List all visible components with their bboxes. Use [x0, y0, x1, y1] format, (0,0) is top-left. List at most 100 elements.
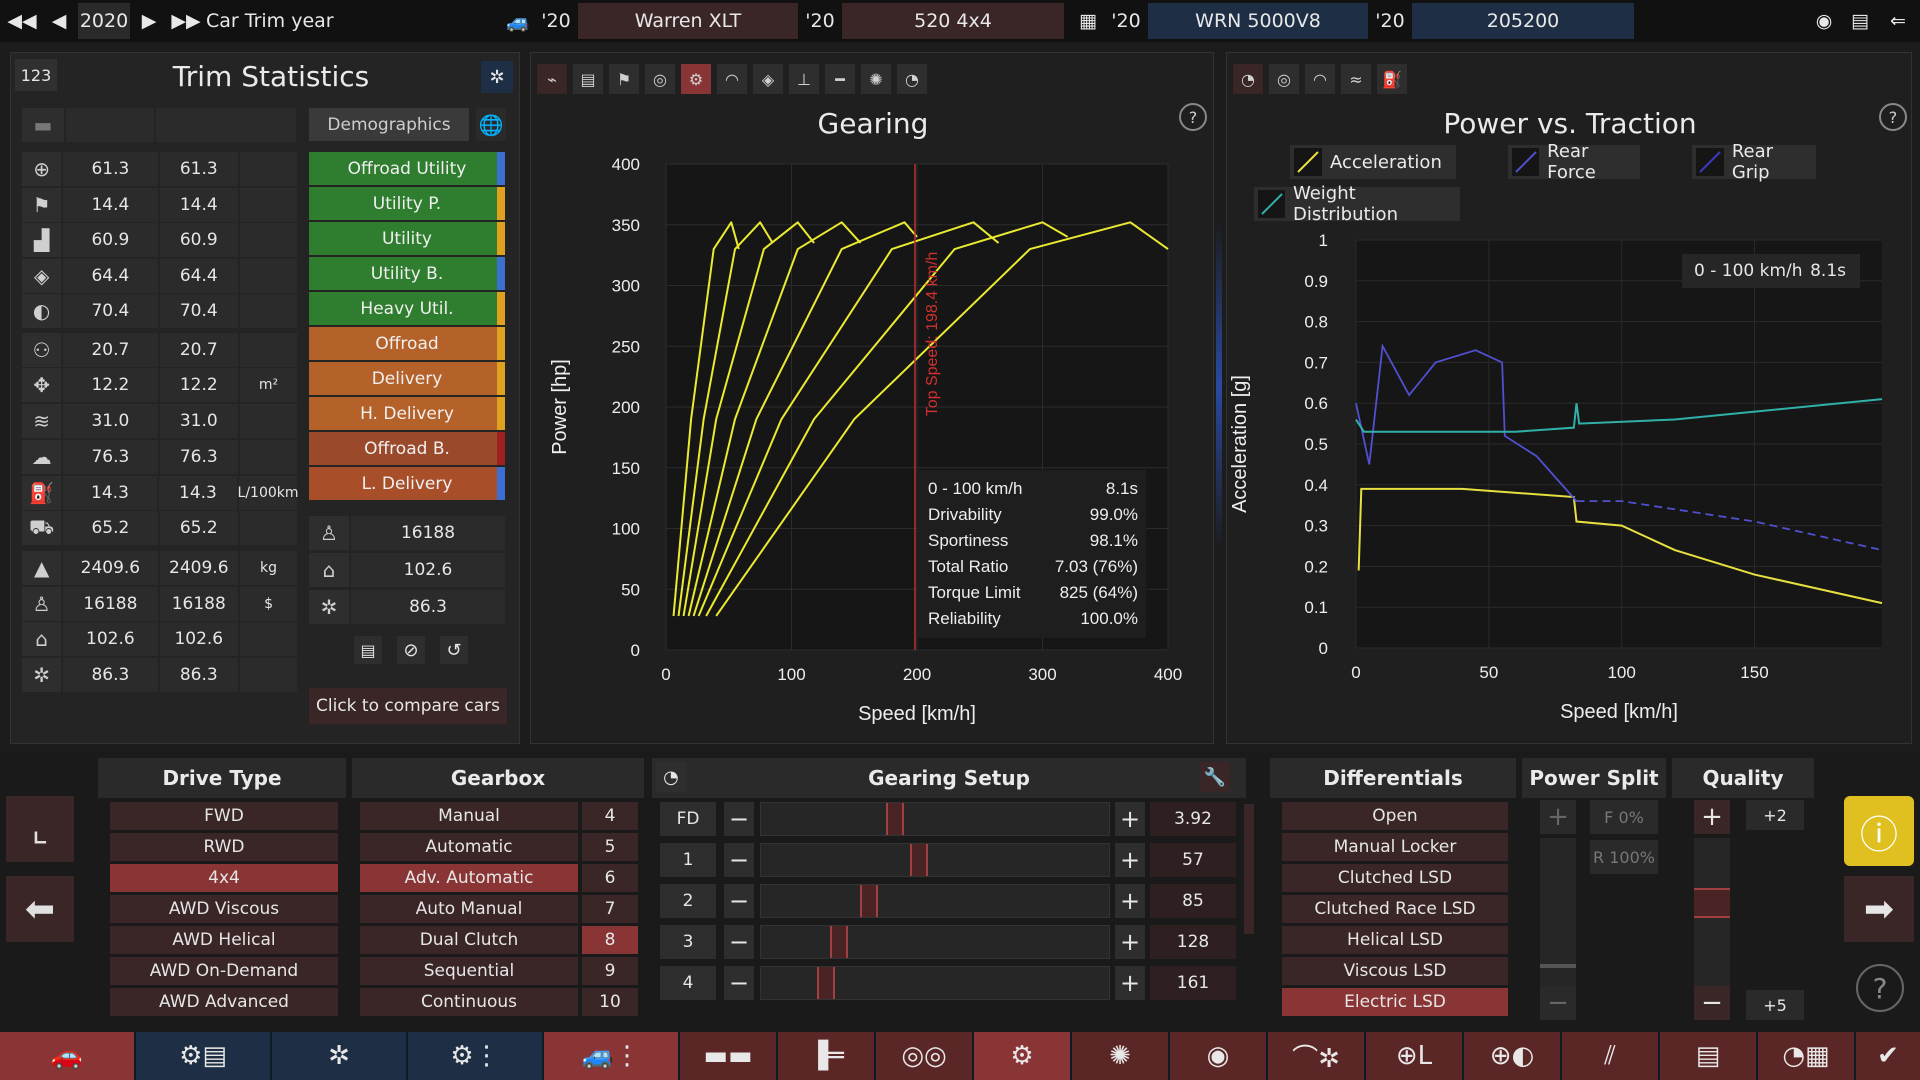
help-icon[interactable]: ? [1856, 964, 1904, 1012]
split-slider-handle[interactable] [1540, 964, 1576, 968]
nav-aero-icon[interactable]: ⌒✲ [1268, 1032, 1364, 1080]
brake-icon[interactable]: ◎ [645, 64, 675, 94]
compare-cars-button[interactable]: Click to compare cars [309, 688, 507, 724]
speedometer-icon[interactable]: ◔ [656, 762, 686, 792]
gear-count-option[interactable]: 5 [582, 833, 638, 861]
speedometer-icon[interactable]: ◔ [897, 64, 927, 94]
trim-name[interactable]: 520 4x4 [842, 3, 1064, 39]
nav-suspension-icon[interactable]: ▐═ [778, 1032, 874, 1080]
nav-testing-icon[interactable]: ◔▦ [1758, 1032, 1854, 1080]
settings-icon[interactable]: ✲ [481, 61, 513, 93]
gear-minus-button[interactable]: − [724, 966, 754, 1000]
differential-option[interactable]: Viscous LSD [1282, 957, 1508, 985]
gearbox-option[interactable]: Continuous [360, 988, 578, 1016]
drive-type-option[interactable]: AWD Advanced [110, 988, 338, 1016]
back-icon[interactable]: ⇐ [1880, 3, 1916, 39]
wrench-icon[interactable]: 🔧 [1200, 762, 1230, 792]
globe-icon[interactable]: 🌐 [476, 108, 506, 141]
gear-plus-button[interactable]: + [1115, 802, 1145, 836]
split-minus-button[interactable]: − [1540, 986, 1576, 1020]
variant-name[interactable]: 205200 [1412, 3, 1634, 39]
legend-weight-distribution[interactable]: Weight Distribution [1254, 183, 1460, 225]
gearbox-option[interactable]: Adv. Automatic [360, 864, 578, 892]
first-year-button[interactable]: ◀◀ [4, 3, 40, 39]
demographics-tab[interactable]: Demographics [309, 108, 469, 141]
demographic-item[interactable]: Heavy Util. [309, 292, 505, 325]
legend-acceleration[interactable]: Acceleration [1290, 145, 1456, 179]
gearbox-option[interactable]: Automatic [360, 833, 578, 861]
calculator-icon[interactable]: ▤ [1844, 3, 1876, 39]
gearbox-option[interactable]: Dual Clutch [360, 926, 578, 954]
tire-icon[interactable]: ◠ [1305, 64, 1335, 94]
split-plus-button[interactable]: + [1540, 800, 1576, 834]
legend-rear-grip[interactable]: Rear Grip [1692, 141, 1816, 183]
report-icon[interactable]: ▤ [354, 636, 382, 664]
differential-option[interactable]: Clutched Race LSD [1282, 895, 1508, 923]
demographic-item[interactable]: Offroad Utility [309, 152, 505, 185]
drive-type-option[interactable]: 4x4 [110, 864, 338, 892]
model-name[interactable]: Warren XLT [578, 3, 798, 39]
seat-icon[interactable]: ⊥ [789, 64, 819, 94]
reset-icon[interactable]: ↺ [440, 636, 468, 664]
demographic-item[interactable]: H. Delivery [309, 397, 505, 430]
fuel-pump-icon[interactable]: ⛽ [1377, 64, 1407, 94]
quality-minus-button[interactable]: − [1694, 986, 1730, 1020]
previous-arrow-icon[interactable]: ⬅ [6, 876, 74, 942]
tire-icon[interactable]: ◠ [717, 64, 747, 94]
demographic-item[interactable]: Utility [309, 222, 505, 255]
suspension-icon[interactable]: ━ [825, 64, 855, 94]
gear-plus-button[interactable]: + [1115, 925, 1145, 959]
gear-slider-handle[interactable] [817, 967, 836, 999]
gear-minus-button[interactable]: − [724, 884, 754, 918]
graph-icon[interactable]: ⌁ [537, 64, 567, 94]
gear-slider-handle[interactable] [830, 926, 849, 958]
gear-plus-button[interactable]: + [1115, 843, 1145, 877]
gear-slider[interactable] [760, 802, 1110, 836]
nav-wheels-icon[interactable]: ✺ [1072, 1032, 1168, 1080]
camera-icon[interactable]: ◉ [1808, 3, 1840, 39]
drive-type-option[interactable]: AWD On-Demand [110, 957, 338, 985]
gear-slider[interactable] [760, 925, 1110, 959]
next-year-button[interactable]: ▶ [134, 3, 164, 39]
nav-engine-design-icon[interactable]: ⚙▤ [136, 1032, 270, 1080]
gear-slider[interactable] [760, 843, 1110, 877]
gear-slider[interactable] [760, 966, 1110, 1000]
gearbox-option[interactable]: Manual [360, 802, 578, 830]
help-icon[interactable]: ? [1879, 103, 1907, 131]
wave-icon[interactable]: ≈ [1341, 64, 1371, 94]
speedometer-icon[interactable]: ◔ [1233, 64, 1263, 94]
drive-type-option[interactable]: RWD [110, 833, 338, 861]
flag-icon[interactable]: ⚑ [609, 64, 639, 94]
nav-engine-tune-icon[interactable]: ⚙⋮ [408, 1032, 542, 1080]
nav-interior-icon[interactable]: ⊕L [1366, 1032, 1462, 1080]
drive-type-option[interactable]: AWD Viscous [110, 895, 338, 923]
nav-engine-parts-icon[interactable]: ✲ [272, 1032, 406, 1080]
gear-count-option[interactable]: 9 [582, 957, 638, 985]
gear-minus-button[interactable]: − [724, 802, 754, 836]
gear-count-option[interactable]: 6 [582, 864, 638, 892]
nav-report-icon[interactable]: ▤ [1660, 1032, 1756, 1080]
gear-plus-button[interactable]: + [1115, 966, 1145, 1000]
graph-axes-icon[interactable]: ⌞ [6, 796, 74, 862]
demographic-item[interactable]: Utility P. [309, 187, 505, 220]
differential-option[interactable]: Electric LSD [1282, 988, 1508, 1016]
gear-count-option[interactable]: 7 [582, 895, 638, 923]
engine-name[interactable]: WRN 5000V8 [1148, 3, 1368, 39]
demographic-item[interactable]: Delivery [309, 362, 505, 395]
gearbox-option[interactable]: Sequential [360, 957, 578, 985]
legend-rear-force[interactable]: Rear Force [1508, 141, 1640, 183]
help-icon[interactable]: ? [1179, 103, 1207, 131]
drive-type-option[interactable]: FWD [110, 802, 338, 830]
demographic-item[interactable]: Offroad [309, 327, 505, 360]
gearing-scrollbar[interactable] [1244, 804, 1254, 934]
quality-slider[interactable] [1694, 838, 1730, 988]
last-year-button[interactable]: ▶▶ [168, 3, 204, 39]
nav-brakes-icon[interactable]: ◉ [1170, 1032, 1266, 1080]
gear-count-option[interactable]: 4 [582, 802, 638, 830]
gear-count-option[interactable]: 8 [582, 926, 638, 954]
nav-finish-icon[interactable]: ✔ [1856, 1032, 1920, 1080]
demographic-item[interactable]: Utility B. [309, 257, 505, 290]
differential-option[interactable]: Helical LSD [1282, 926, 1508, 954]
split-slider[interactable] [1540, 838, 1576, 988]
gear-count-option[interactable]: 10 [582, 988, 638, 1016]
